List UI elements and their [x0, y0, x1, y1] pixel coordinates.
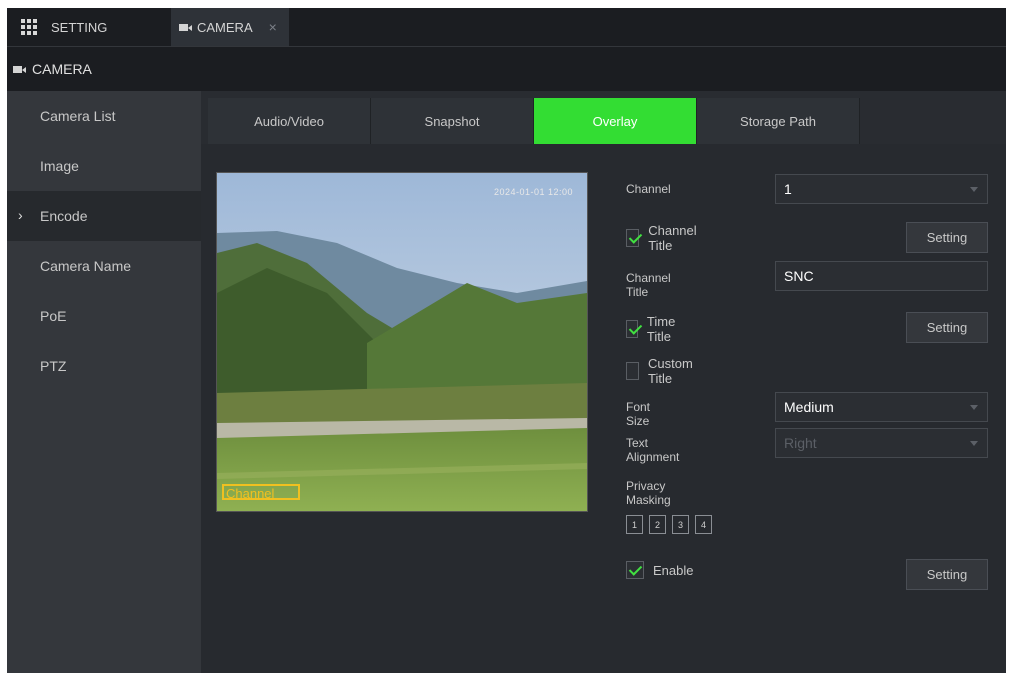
custom-title-checkbox-label: Custom Title — [648, 356, 693, 386]
sidebar-item-label: PoE — [40, 308, 67, 324]
sidebar: Camera List Image › Encode Camera Name P… — [7, 91, 201, 673]
privacy-mask-area-2[interactable]: 2 — [649, 515, 666, 534]
font-size-select[interactable]: Medium — [775, 392, 988, 422]
enable-checkbox[interactable] — [626, 561, 644, 579]
sidebar-item-poe[interactable]: PoE — [7, 291, 201, 341]
channel-select-value: 1 — [784, 181, 792, 197]
chevron-down-icon — [970, 187, 978, 192]
text-alignment-select[interactable]: Right — [775, 428, 988, 458]
app-window: SETTING CAMERA × CAMERA Camera List Imag… — [7, 8, 1006, 673]
privacy-masking-setting-button[interactable]: Setting — [906, 559, 988, 590]
privacy-mask-area-3[interactable]: 3 — [672, 515, 689, 534]
custom-title-checkbox-row: Custom Title — [626, 356, 698, 386]
sidebar-item-label: Camera Name — [40, 258, 132, 274]
page-title: CAMERA — [32, 61, 92, 77]
tab-label: Overlay — [592, 113, 638, 129]
grid-icon — [21, 19, 37, 35]
text-alignment-select-value: Right — [784, 435, 817, 451]
tab-label: Snapshot — [424, 113, 480, 129]
channel-title-field-label: Channel Title — [626, 271, 671, 299]
privacy-mask-area-1[interactable]: 1 — [626, 515, 643, 534]
channel-select[interactable]: 1 — [775, 174, 988, 204]
tab-setting[interactable]: SETTING — [7, 8, 171, 46]
channel-title-setting-button[interactable]: Setting — [906, 222, 988, 253]
channel-title-checkbox[interactable] — [626, 229, 640, 247]
tab-camera[interactable]: CAMERA × — [171, 8, 289, 46]
enable-checkbox-row: Enable — [626, 561, 693, 579]
channel-title-checkbox-label: Channel Title — [648, 223, 697, 253]
channel-title-input[interactable]: SNC — [775, 261, 988, 291]
tab-label: Storage Path — [740, 113, 816, 129]
channel-title-input-value: SNC — [784, 268, 814, 284]
close-icon[interactable]: × — [269, 19, 277, 35]
time-title-checkbox-label: Time Title — [646, 314, 676, 344]
chevron-down-icon — [970, 441, 978, 446]
privacy-mask-area-4[interactable]: 4 — [695, 515, 712, 534]
sidebar-item-label: PTZ — [40, 358, 67, 374]
sidebar-item-ptz[interactable]: PTZ — [7, 341, 201, 391]
sidebar-item-image[interactable]: Image — [7, 141, 201, 191]
tab-audio-video[interactable]: Audio/Video — [208, 98, 371, 144]
camera-icon — [179, 23, 192, 32]
tab-setting-label: SETTING — [51, 19, 108, 35]
settings-tab-strip: Audio/Video Snapshot Overlay Storage Pat… — [201, 91, 1006, 144]
tab-storage-path[interactable]: Storage Path — [697, 98, 860, 144]
landscape-image — [217, 173, 587, 511]
sidebar-item-encode[interactable]: › Encode — [7, 191, 201, 241]
font-size-label: Font Size — [626, 400, 651, 428]
channel-title-checkbox-row: Channel Title — [626, 223, 701, 253]
chevron-right-icon: › — [18, 207, 23, 223]
custom-title-checkbox[interactable] — [626, 362, 640, 380]
channel-title-overlay[interactable]: Channel — [222, 484, 300, 501]
video-preview[interactable]: 2024-01-01 12:00 Channel — [216, 172, 588, 512]
page-title-bar: CAMERA — [7, 46, 1006, 91]
time-title-setting-button[interactable]: Setting — [906, 312, 988, 343]
privacy-mask-areas: 1 2 3 4 — [626, 515, 718, 534]
enable-checkbox-label: Enable — [653, 562, 694, 578]
tab-overlay[interactable]: Overlay — [534, 98, 697, 144]
timestamp-overlay: 2024-01-01 12:00 — [493, 187, 573, 197]
chevron-down-icon — [970, 405, 978, 410]
tab-snapshot[interactable]: Snapshot — [371, 98, 534, 144]
sidebar-item-label: Encode — [40, 208, 88, 224]
time-title-checkbox-row: Time Title — [626, 314, 681, 344]
channel-label: Channel — [626, 182, 671, 196]
tab-camera-label: CAMERA — [197, 19, 253, 35]
sidebar-item-label: Image — [40, 158, 79, 174]
time-title-checkbox[interactable] — [626, 320, 638, 338]
sidebar-item-camera-list[interactable]: Camera List — [7, 91, 201, 141]
text-alignment-label: Text Alignment — [626, 436, 680, 464]
top-tab-bar: SETTING CAMERA × — [7, 8, 1006, 46]
privacy-masking-label: Privacy Masking — [626, 479, 671, 507]
sidebar-item-label: Camera List — [40, 108, 116, 124]
font-size-select-value: Medium — [784, 399, 834, 415]
tab-label: Audio/Video — [254, 113, 324, 129]
sidebar-item-camera-name[interactable]: Camera Name — [7, 241, 201, 291]
camera-icon — [13, 65, 26, 74]
